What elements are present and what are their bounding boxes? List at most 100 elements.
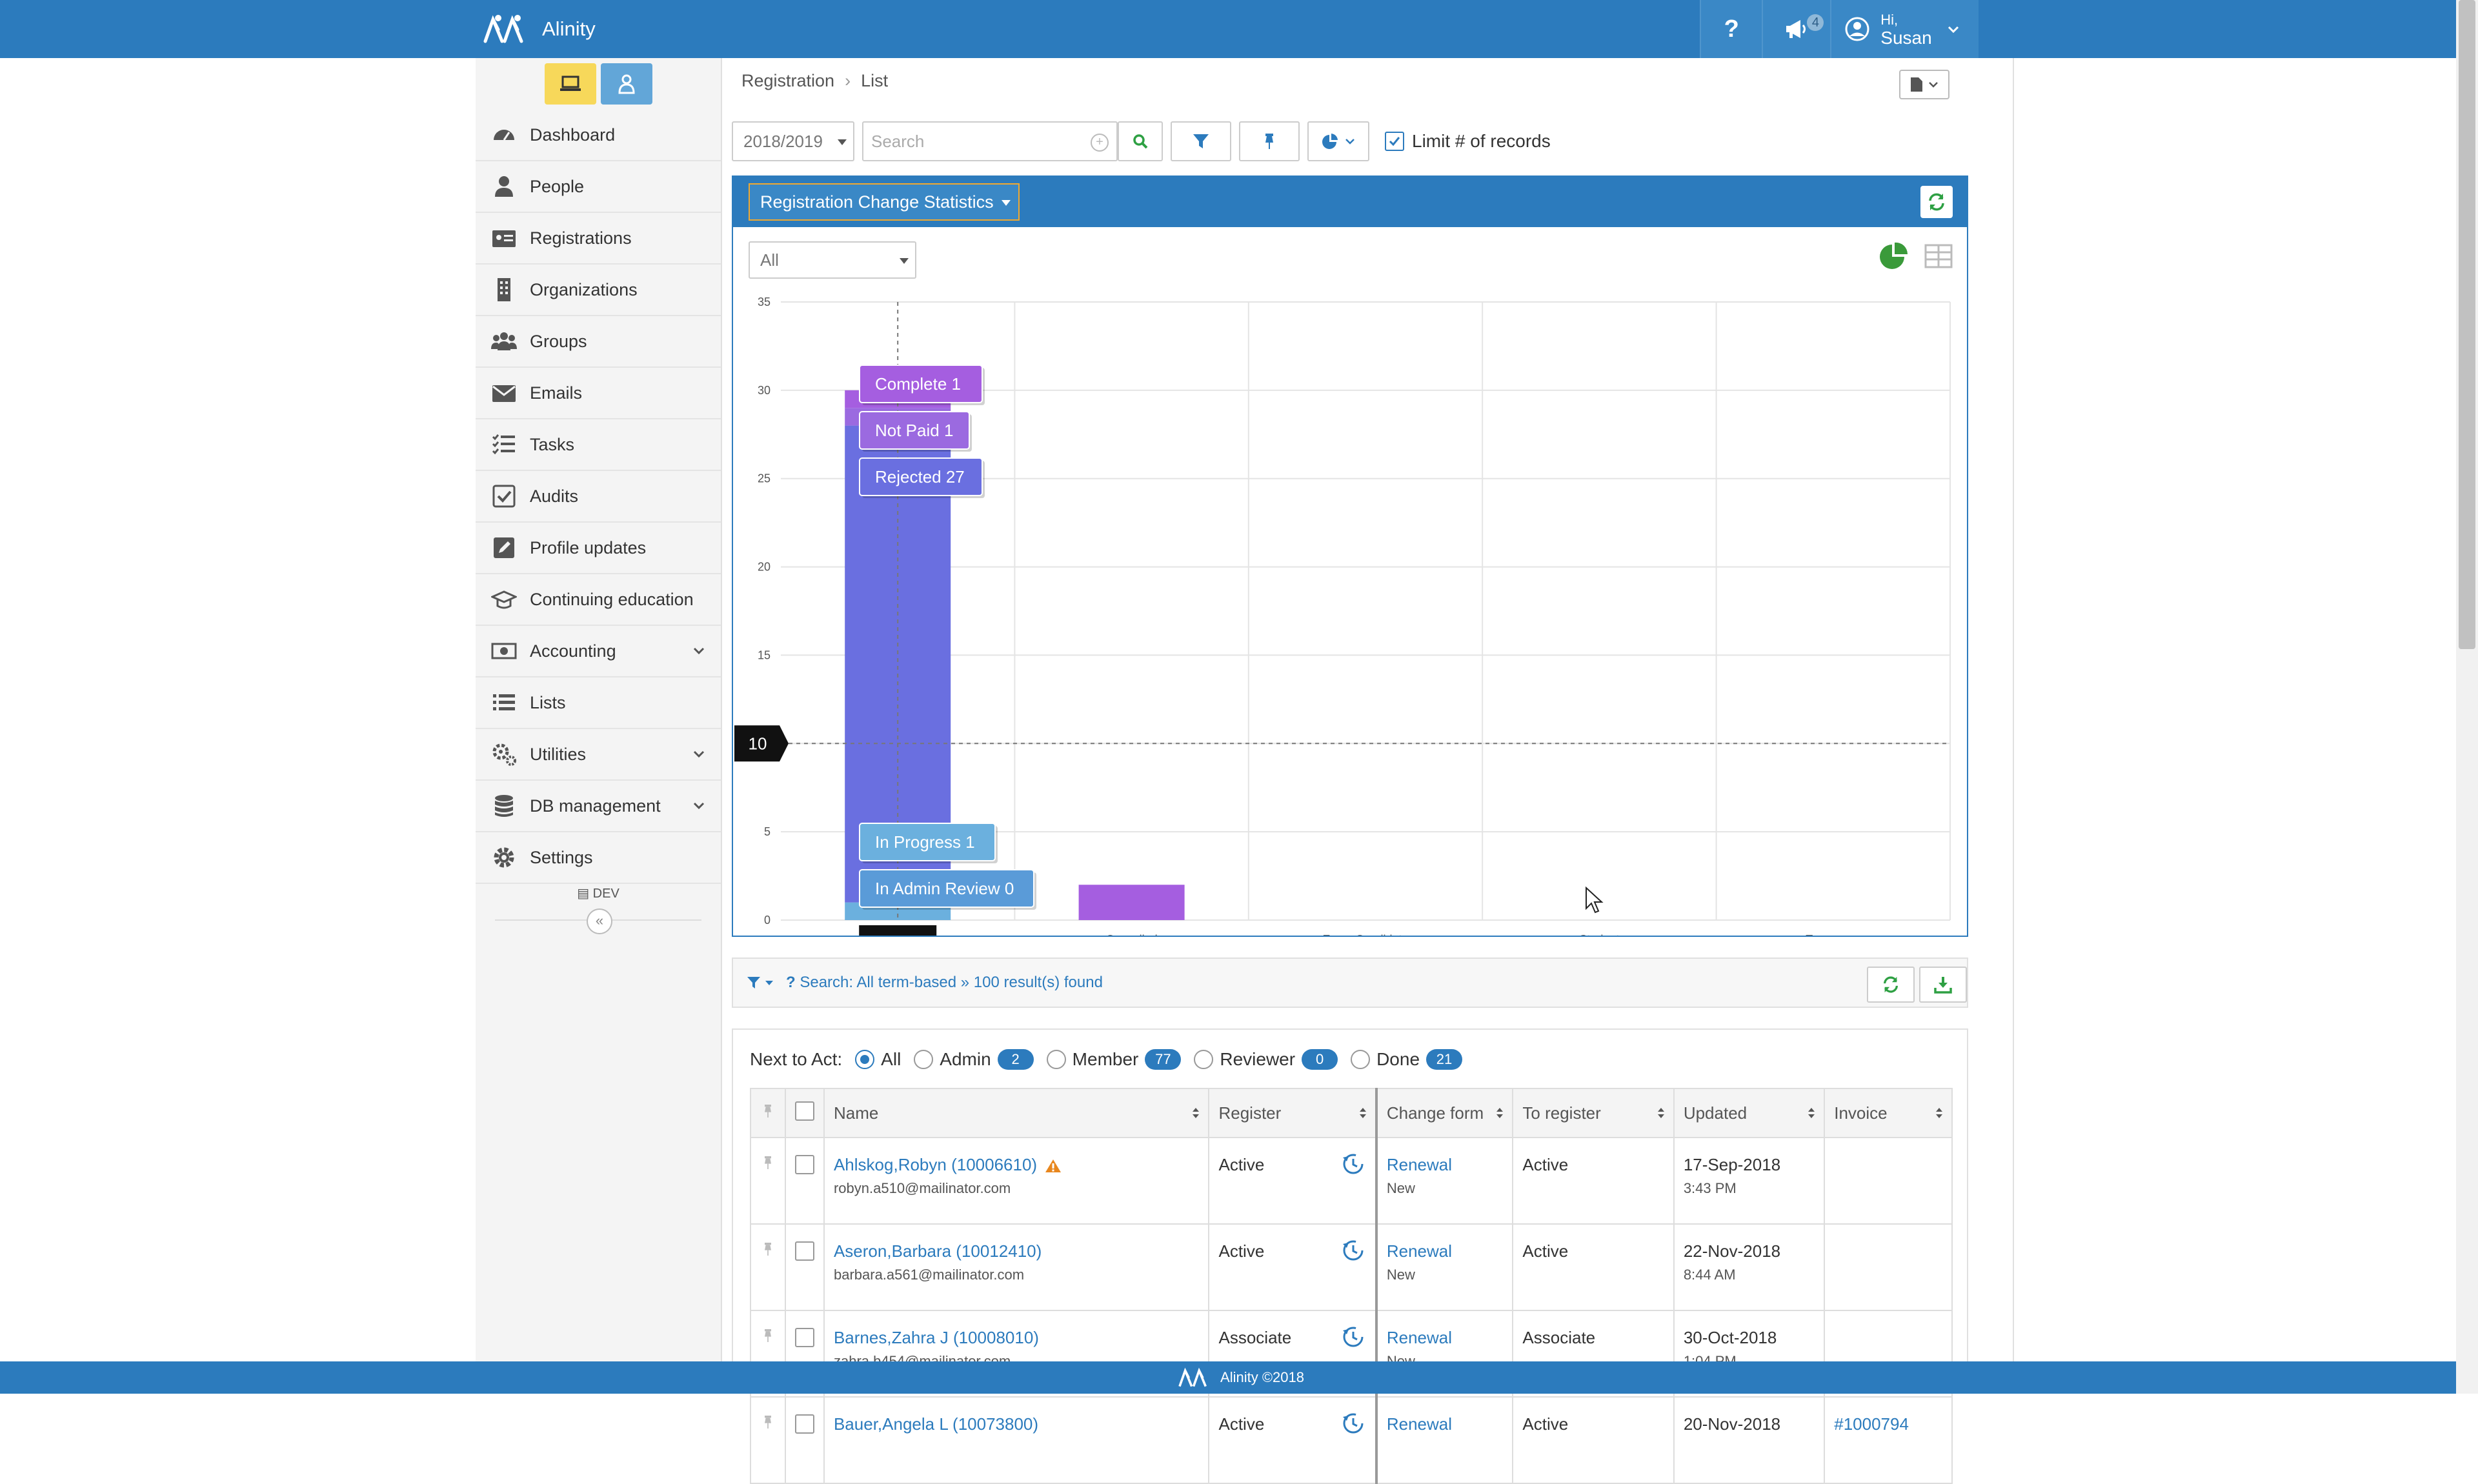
next-to-act-done-radio[interactable] <box>1351 1050 1371 1069</box>
invoice-column-header[interactable]: Invoice <box>1824 1088 1953 1138</box>
person-name-link[interactable]: Bauer,Angela L (10073800) <box>834 1414 1038 1434</box>
help-button[interactable]: ? <box>1700 0 1762 58</box>
row-pin-cell <box>750 1137 786 1225</box>
search-icon <box>1133 134 1148 149</box>
change-form-link[interactable]: Renewal <box>1387 1414 1452 1434</box>
updated-column-header[interactable]: Updated <box>1673 1088 1826 1138</box>
pin-icon[interactable] <box>761 1155 774 1170</box>
row-checkbox[interactable] <box>794 1155 814 1174</box>
sidebar-item-people[interactable]: People <box>476 161 721 213</box>
limit-records-toggle[interactable]: Limit # of records <box>1385 131 1551 152</box>
chart-view-menu-button[interactable] <box>1307 121 1369 161</box>
next-to-act-member-radio[interactable] <box>1046 1050 1066 1069</box>
sidebar-item-organizations[interactable]: Organizations <box>476 265 721 316</box>
sidebar-item-registrations[interactable]: Registrations <box>476 213 721 265</box>
person-name-link[interactable]: Barnes,Zahra J (10008010) <box>834 1328 1039 1347</box>
sidebar-item-dashboard[interactable]: Dashboard <box>476 110 721 161</box>
updated-date: 20-Nov-2018 <box>1683 1414 1781 1434</box>
history-icon[interactable] <box>1340 1324 1366 1350</box>
sidebar-item-profile-updates[interactable]: Profile updates <box>476 523 721 574</box>
to-register-column-header[interactable]: To register <box>1512 1088 1675 1138</box>
limit-records-checkbox[interactable] <box>1385 132 1404 151</box>
sidebar-item-settings[interactable]: Settings <box>476 832 721 884</box>
table-row[interactable]: Aseron,Barbara (10012410) barbara.a561@ma… <box>750 1223 1953 1311</box>
table-row[interactable]: Ahlskog,Robyn (10006610) robyn.a510@maili… <box>750 1137 1953 1225</box>
select-all-checkbox[interactable] <box>794 1101 814 1121</box>
person-email: barbara.a561@mailinator.com <box>833 1267 1025 1283</box>
user-circle-icon <box>1845 17 1869 41</box>
next-to-act-member-label[interactable]: Member <box>1073 1049 1139 1070</box>
search-button[interactable] <box>1118 121 1163 161</box>
collapse-sidebar-button[interactable]: « <box>587 908 612 934</box>
person-view-toggle[interactable] <box>601 63 652 105</box>
next-to-act-reviewer-label[interactable]: Reviewer <box>1220 1049 1295 1070</box>
history-icon[interactable] <box>1340 1151 1366 1177</box>
user-menu-button[interactable]: Hi, Susan <box>1830 0 1979 58</box>
next-to-act-admin-label[interactable]: Admin <box>940 1049 991 1070</box>
pin-icon[interactable] <box>761 1414 774 1430</box>
x-tick-label: Cancelled <box>1106 933 1158 936</box>
change-form-link[interactable]: Renewal <box>1387 1241 1452 1261</box>
invoice-link[interactable]: #1000794 <box>1834 1414 1909 1434</box>
sidebar-item-db-management[interactable]: DB management <box>476 781 721 832</box>
search-input[interactable]: Search + <box>862 121 1118 161</box>
tooltip-label: In Admin Review 0 <box>875 879 1014 898</box>
user-name: Susan <box>1880 28 1932 48</box>
caret-down-icon <box>765 981 773 985</box>
to-register-cell: Active <box>1512 1223 1675 1311</box>
sort-icon <box>1657 1108 1664 1118</box>
register-column-header[interactable]: Register <box>1208 1088 1377 1138</box>
check-icon <box>1389 137 1400 146</box>
table-row[interactable]: Bauer,Angela L (10073800) Active Renewal Ac… <box>750 1396 1953 1484</box>
to-register-value: Associate <box>1522 1328 1596 1347</box>
plus-circle-icon[interactable]: + <box>1091 134 1109 152</box>
change-form-link[interactable]: Renewal <box>1387 1328 1452 1347</box>
filter-button[interactable] <box>1171 121 1231 161</box>
change-form-link[interactable]: Renewal <box>1387 1155 1452 1174</box>
next-to-act-reviewer-radio[interactable] <box>1194 1050 1214 1069</box>
sidebar-item-tasks[interactable]: Tasks <box>476 419 721 471</box>
sidebar-item-emails[interactable]: Emails <box>476 368 721 419</box>
person-name-link[interactable]: Ahlskog,Robyn (10006610) <box>834 1155 1037 1174</box>
dashboard-icon <box>494 130 514 141</box>
row-checkbox[interactable] <box>794 1414 814 1434</box>
sidebar-item-accounting[interactable]: Accounting <box>476 626 721 677</box>
pin-button[interactable] <box>1239 121 1300 161</box>
next-to-act-all-label[interactable]: All <box>881 1049 901 1070</box>
history-icon[interactable] <box>1340 1410 1366 1436</box>
change-form-column-header[interactable]: Change form <box>1375 1088 1514 1138</box>
pin-icon[interactable] <box>761 1328 774 1343</box>
brand[interactable]: Alinity <box>479 0 596 58</box>
pin-icon[interactable] <box>761 1241 774 1257</box>
search-summary-text[interactable]: ? Search: All term-based » 100 result(s)… <box>786 974 1103 992</box>
next-to-act-all-radio[interactable] <box>855 1050 875 1069</box>
name-column-header[interactable]: Name <box>823 1088 1210 1138</box>
sidebar-item-audits[interactable]: Audits <box>476 471 721 523</box>
row-checkbox[interactable] <box>794 1328 814 1347</box>
breadcrumb-root[interactable]: Registration <box>741 71 834 91</box>
y-tick-label: 30 <box>758 384 771 397</box>
download-button[interactable] <box>1919 967 1967 1003</box>
sidebar-item-utilities[interactable]: Utilities <box>476 729 721 781</box>
gear-icon <box>494 847 514 868</box>
person-name-link[interactable]: Aseron,Barbara (10012410) <box>834 1241 1042 1261</box>
history-icon[interactable] <box>1340 1238 1366 1263</box>
sidebar-item-groups[interactable]: Groups <box>476 316 721 368</box>
next-to-act-admin-radio[interactable] <box>914 1050 934 1069</box>
desktop-view-toggle[interactable] <box>545 63 596 105</box>
announcements-button[interactable]: 4 <box>1762 0 1831 58</box>
registration-year-select[interactable]: 2018/2019 <box>732 121 854 161</box>
row-checkbox[interactable] <box>794 1241 814 1261</box>
filter-icon[interactable] <box>746 975 761 990</box>
sidebar-item-continuing-education[interactable]: Continuing education <box>476 574 721 626</box>
name-cell: Bauer,Angela L (10073800) <box>823 1396 1210 1484</box>
check-square-icon <box>492 485 516 508</box>
warning-icon <box>1045 1159 1062 1173</box>
refresh-icon <box>1883 976 1899 993</box>
register-value: Associate <box>1218 1328 1292 1347</box>
list-refresh-button[interactable] <box>1867 967 1915 1003</box>
next-to-act-done-label[interactable]: Done <box>1376 1049 1420 1070</box>
sidebar-item-lists[interactable]: Lists <box>476 677 721 729</box>
document-menu-button[interactable] <box>1899 70 1949 99</box>
page-scrollbar-thumb[interactable] <box>2459 0 2475 649</box>
